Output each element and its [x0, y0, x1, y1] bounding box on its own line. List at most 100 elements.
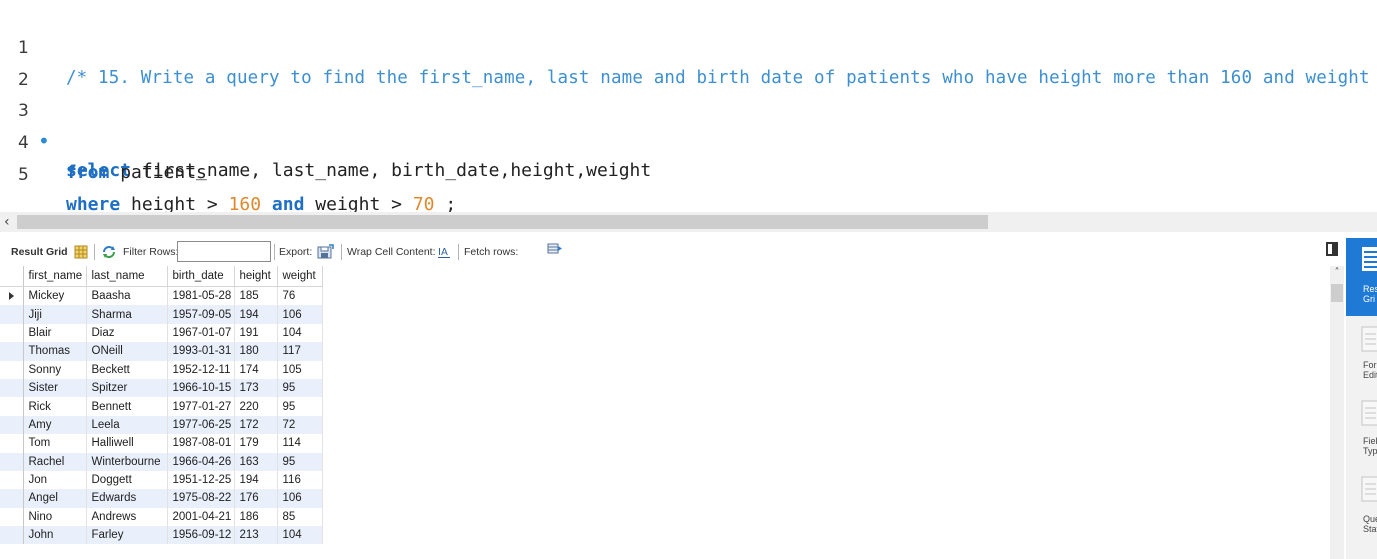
filter-rows-input[interactable]: [177, 241, 271, 262]
cell-birth-date[interactable]: 1981-05-28: [167, 286, 235, 306]
scroll-up-arrow-icon[interactable]: ˄: [1332, 266, 1342, 280]
cell-last-name[interactable]: Spitzer: [86, 378, 168, 398]
wrap-cell-icon[interactable]: IA: [437, 238, 451, 266]
sql-editor[interactable]: 1 /* 15. Write a query to find the first…: [0, 0, 1377, 212]
cell-birth-date[interactable]: 1951-12-25: [167, 470, 235, 490]
cell-weight[interactable]: 117: [277, 342, 323, 361]
cell-birth-date[interactable]: 1975-08-22: [167, 489, 235, 508]
column-header-weight[interactable]: weight: [277, 266, 323, 287]
cell-first-name[interactable]: Rachel: [23, 452, 87, 471]
cell-last-name[interactable]: Farley: [86, 526, 168, 545]
side-tab-result-grid[interactable]: Resu Gri: [1346, 238, 1377, 316]
cell-weight[interactable]: 105: [277, 360, 323, 379]
cell-weight[interactable]: 104: [277, 526, 323, 545]
refresh-filter-icon[interactable]: [101, 238, 117, 266]
table-row[interactable]: Blair Diaz 1967-01-07 191 104: [0, 323, 323, 343]
cell-birth-date[interactable]: 2001-04-21: [167, 507, 235, 527]
toggle-side-panel-icon[interactable]: [1326, 242, 1338, 256]
cell-last-name[interactable]: Beckett: [86, 360, 168, 379]
cell-height[interactable]: 194: [234, 305, 278, 324]
cell-last-name[interactable]: Diaz: [86, 323, 168, 343]
cell-first-name[interactable]: Sister: [23, 378, 87, 398]
row-header-corner[interactable]: [0, 266, 24, 287]
side-tab-field-types[interactable]: Fiel Typ: [1346, 398, 1377, 466]
row-header[interactable]: [0, 378, 24, 398]
row-header[interactable]: [0, 323, 24, 343]
cell-height[interactable]: 220: [234, 397, 278, 416]
cell-birth-date[interactable]: 1987-08-01: [167, 434, 235, 453]
table-row[interactable]: Rachel Winterbourne 1966-04-26 163 95: [0, 452, 323, 471]
table-row[interactable]: Mickey Baasha 1981-05-28 185 76: [0, 286, 323, 306]
cell-weight[interactable]: 85: [277, 507, 323, 527]
grid-layout-icon[interactable]: [74, 238, 88, 266]
cell-weight[interactable]: 95: [277, 452, 323, 471]
row-header[interactable]: [0, 526, 24, 545]
cell-birth-date[interactable]: 1956-09-12: [167, 526, 235, 545]
export-icon[interactable]: [317, 238, 334, 266]
cell-last-name[interactable]: Sharma: [86, 305, 168, 324]
cell-weight[interactable]: 106: [277, 305, 323, 324]
cell-last-name[interactable]: Andrews: [86, 507, 168, 527]
cell-birth-date[interactable]: 1993-01-31: [167, 342, 235, 361]
cell-last-name[interactable]: Baasha: [86, 286, 168, 306]
table-row[interactable]: Jon Doggett 1951-12-25 194 116: [0, 470, 323, 490]
cell-birth-date[interactable]: 1967-01-07: [167, 323, 235, 343]
cell-birth-date[interactable]: 1957-09-05: [167, 305, 235, 324]
table-row[interactable]: Angel Edwards 1975-08-22 176 106: [0, 489, 323, 508]
cell-first-name[interactable]: Angel: [23, 489, 87, 508]
table-row[interactable]: Sonny Beckett 1952-12-11 174 105: [0, 360, 323, 379]
cell-height[interactable]: 185: [234, 286, 278, 306]
side-tab-form-editor[interactable]: For Edit: [1346, 322, 1377, 390]
row-header[interactable]: [0, 507, 24, 527]
cell-height[interactable]: 213: [234, 526, 278, 545]
table-row[interactable]: Tom Halliwell 1987-08-01 179 114: [0, 434, 323, 453]
cell-last-name[interactable]: Halliwell: [86, 434, 168, 453]
cell-weight[interactable]: 114: [277, 434, 323, 453]
cell-weight[interactable]: 104: [277, 323, 323, 343]
cell-weight[interactable]: 95: [277, 397, 323, 416]
cell-first-name[interactable]: Blair: [23, 323, 87, 343]
row-header[interactable]: [0, 452, 24, 471]
cell-height[interactable]: 176: [234, 489, 278, 508]
row-header[interactable]: [0, 305, 24, 324]
cell-last-name[interactable]: Winterbourne: [86, 452, 168, 471]
scrollbar-thumb[interactable]: [17, 215, 988, 229]
cell-birth-date[interactable]: 1977-01-27: [167, 397, 235, 416]
cell-height[interactable]: 172: [234, 415, 278, 435]
cell-birth-date[interactable]: 1977-06-25: [167, 415, 235, 435]
cell-first-name[interactable]: Nino: [23, 507, 87, 527]
table-row[interactable]: Jiji Sharma 1957-09-05 194 106: [0, 305, 323, 324]
cell-last-name[interactable]: Doggett: [86, 470, 168, 490]
scroll-left-arrow-icon[interactable]: ‹: [4, 212, 16, 232]
cell-birth-date[interactable]: 1966-10-15: [167, 378, 235, 398]
column-header-first-name[interactable]: first_name: [23, 266, 87, 287]
cell-height[interactable]: 180: [234, 342, 278, 361]
table-row[interactable]: Rick Bennett 1977-01-27 220 95: [0, 397, 323, 416]
table-row[interactable]: John Farley 1956-09-12 213 104: [0, 526, 323, 545]
column-header-height[interactable]: height: [234, 266, 278, 287]
row-header[interactable]: [0, 360, 24, 379]
row-header[interactable]: [0, 342, 24, 361]
cell-weight[interactable]: 106: [277, 489, 323, 508]
cell-height[interactable]: 173: [234, 378, 278, 398]
cell-first-name[interactable]: Sonny: [23, 360, 87, 379]
cell-first-name[interactable]: Mickey: [23, 286, 87, 306]
cell-weight[interactable]: 116: [277, 470, 323, 490]
cell-height[interactable]: 191: [234, 323, 278, 343]
table-row[interactable]: Amy Leela 1977-06-25 172 72: [0, 415, 323, 435]
column-header-birth-date[interactable]: birth_date: [167, 266, 235, 287]
cell-birth-date[interactable]: 1952-12-11: [167, 360, 235, 379]
column-header-last-name[interactable]: last_name: [86, 266, 168, 287]
editor-horizontal-scrollbar[interactable]: ‹: [0, 212, 1377, 232]
cell-first-name[interactable]: Tom: [23, 434, 87, 453]
cell-birth-date[interactable]: 1966-04-26: [167, 452, 235, 471]
cell-first-name[interactable]: Jiji: [23, 305, 87, 324]
cell-first-name[interactable]: Jon: [23, 470, 87, 490]
cell-first-name[interactable]: John: [23, 526, 87, 545]
cell-height[interactable]: 179: [234, 434, 278, 453]
cell-weight[interactable]: 72: [277, 415, 323, 435]
cell-height[interactable]: 174: [234, 360, 278, 379]
cell-height[interactable]: 186: [234, 507, 278, 527]
cell-height[interactable]: 163: [234, 452, 278, 471]
row-header[interactable]: [0, 489, 24, 508]
